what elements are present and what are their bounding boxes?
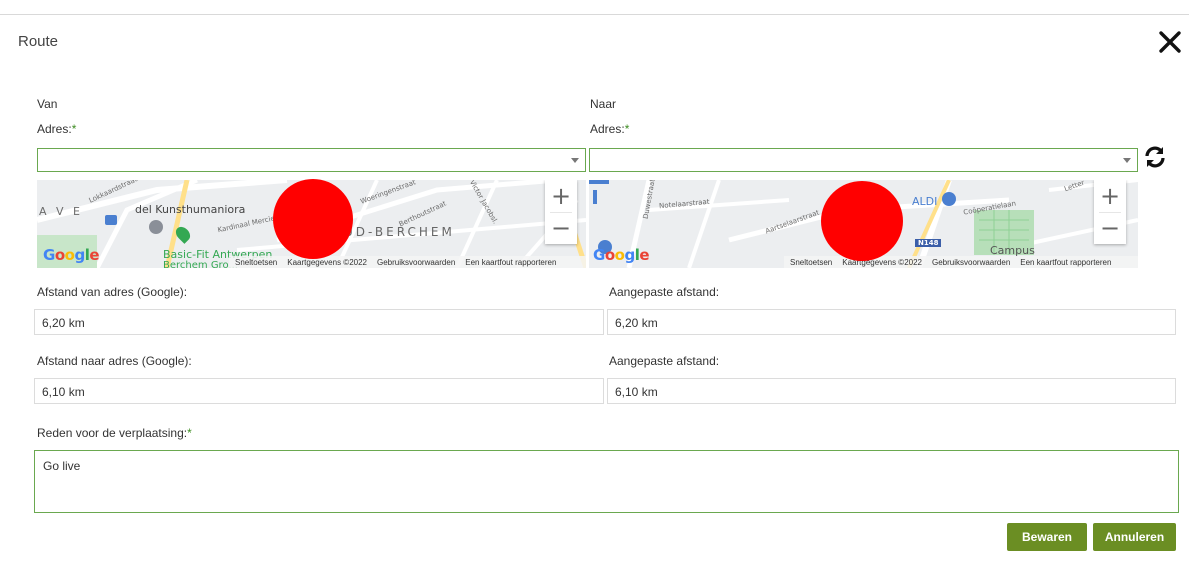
google-logo: Google (593, 246, 650, 264)
keyboard-shortcuts-link[interactable]: Sneltoetsen (235, 258, 277, 267)
required-mark: * (624, 122, 630, 136)
road-shield: N148 (915, 239, 942, 247)
chevron-down-icon (571, 158, 579, 163)
from-zoom-control: + − (545, 180, 577, 244)
from-google-distance-field[interactable]: 6,20 km (34, 309, 604, 335)
report-error-link[interactable]: Een kaartfout rapporteren (1020, 258, 1111, 267)
map-data-link[interactable]: Kaartgegevens ©2022 (287, 258, 367, 267)
shopping-icon (942, 192, 956, 206)
map-footer: Sneltoetsen Kaartgegevens ©2022 Gebruiks… (229, 256, 586, 268)
from-heading: Van (37, 97, 58, 111)
map-label: UD-BERCHEM (344, 225, 455, 239)
google-logo: Google (43, 246, 100, 264)
redaction-dot (821, 181, 903, 261)
map-label: Berchem Gro... (163, 260, 238, 268)
report-error-link[interactable]: Een kaartfout rapporteren (465, 258, 556, 267)
save-button[interactable]: Bewaren (1007, 523, 1087, 551)
map-label: A V E (39, 205, 83, 218)
to-google-distance-label: Afstand naar adres (Google): (37, 354, 192, 368)
reason-label: Reden voor de verplaatsing:* (37, 426, 192, 440)
from-address-label: Adres:* (37, 122, 77, 136)
map-footer: Sneltoetsen Kaartgegevens ©2022 Gebruiks… (784, 256, 1138, 268)
cancel-button[interactable]: Annuleren (1093, 523, 1176, 551)
to-zoom-control: + − (1094, 180, 1126, 244)
zoom-in-button[interactable]: + (545, 180, 577, 212)
to-address-select[interactable] (589, 148, 1138, 172)
close-icon[interactable] (1155, 27, 1185, 57)
to-heading: Naar (590, 97, 617, 111)
terms-link[interactable]: Gebruiksvoorwaarden (377, 258, 455, 267)
keyboard-shortcuts-link[interactable]: Sneltoetsen (790, 258, 832, 267)
to-google-distance-field[interactable]: 6,10 km (34, 378, 604, 404)
zoom-out-button[interactable]: − (1094, 212, 1126, 244)
to-address-label: Adres:* (590, 122, 630, 136)
to-adjusted-distance-label: Aangepaste afstand: (609, 354, 720, 368)
from-address-select[interactable] (37, 148, 586, 172)
transit-line (593, 190, 597, 204)
reason-textarea[interactable]: Go live (34, 450, 1179, 513)
dialog-title: Route (18, 33, 59, 50)
map-label: ALDI (912, 195, 938, 208)
zoom-in-button[interactable]: + (1094, 180, 1126, 212)
terms-link[interactable]: Gebruiksvoorwaarden (932, 258, 1010, 267)
place-icon (149, 220, 163, 234)
transit-icon (105, 215, 117, 225)
chevron-down-icon (1123, 158, 1131, 163)
refresh-icon[interactable] (1143, 145, 1167, 169)
from-google-distance-label: Afstand van adres (Google): (37, 285, 188, 299)
required-mark: * (71, 122, 77, 136)
from-adjusted-distance-label: Aangepaste afstand: (609, 285, 720, 299)
from-adjusted-distance-field[interactable]: 6,20 km (607, 309, 1176, 335)
required-mark: * (187, 426, 192, 440)
top-divider (0, 14, 1189, 15)
to-adjusted-distance-field[interactable]: 6,10 km (607, 378, 1176, 404)
zoom-out-button[interactable]: − (545, 212, 577, 244)
redaction-dot (273, 179, 353, 259)
map-label: del Kunsthumaniora (135, 203, 246, 216)
